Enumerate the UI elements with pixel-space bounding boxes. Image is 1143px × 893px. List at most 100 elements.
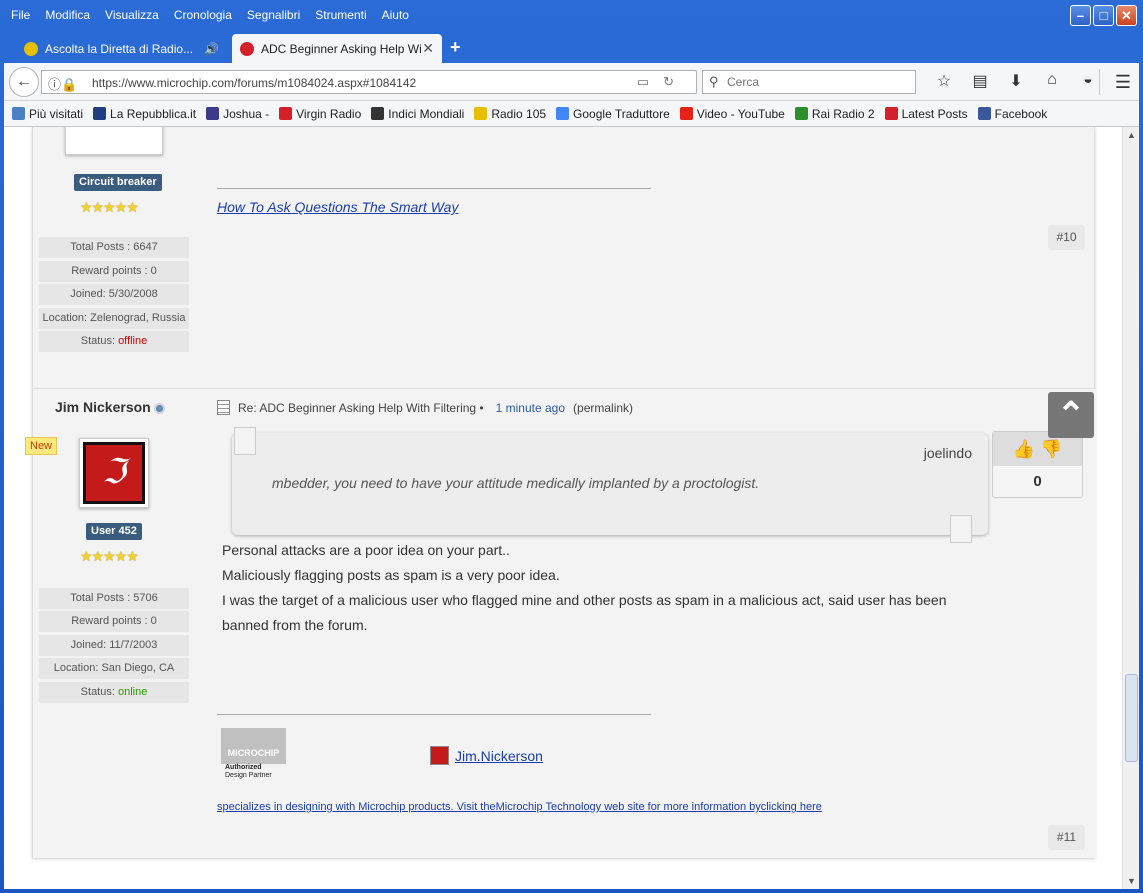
quote-text: mbedder, you need to have your attitude … bbox=[272, 475, 760, 491]
document-icon bbox=[217, 400, 230, 415]
signature-link-text[interactable]: Jim.Nickerson bbox=[455, 748, 543, 764]
bookmark-label: Latest Posts bbox=[901, 106, 968, 121]
quote-author: joelindo bbox=[923, 445, 972, 461]
close-window-button[interactable]: ✕ bbox=[1116, 5, 1137, 26]
total-posts: Total Posts : 5706 bbox=[39, 588, 189, 609]
browser-window: File Modifica Visualizza Cronologia Segn… bbox=[0, 0, 1143, 893]
bookmark-item[interactable]: Facebook bbox=[977, 106, 1048, 121]
bookmark-label: Google Traduttore bbox=[573, 106, 670, 121]
maximize-button[interactable]: □ bbox=[1093, 5, 1114, 26]
url-text[interactable]: https://www.microchip.com/forums/m108402… bbox=[92, 76, 416, 90]
tab-title: ADC Beginner Asking Help Wit... bbox=[261, 41, 423, 56]
menu-cronologia[interactable]: Cronologia bbox=[174, 8, 232, 22]
speaker-icon[interactable]: 🔊 bbox=[204, 42, 219, 56]
bookmark-item[interactable]: Virgin Radio bbox=[279, 107, 361, 121]
avatar[interactable]: ℑ bbox=[79, 438, 149, 508]
bookmark-icon bbox=[794, 107, 808, 120]
menu-strumenti[interactable]: Strumenti bbox=[315, 8, 366, 22]
status-value: offline bbox=[118, 335, 148, 347]
thumbs-up-icon[interactable]: 👍 bbox=[1013, 439, 1035, 459]
bookmark-icon bbox=[12, 107, 25, 120]
tab-radio[interactable]: Ascolta la Diretta di Radio... 🔊 bbox=[24, 34, 219, 63]
status-value: online bbox=[117, 686, 148, 698]
menu-aiuto[interactable]: Aiuto bbox=[382, 8, 409, 22]
avatar-image: ℑ bbox=[83, 442, 145, 504]
pocket-icon[interactable]: ◒ bbox=[1070, 71, 1106, 91]
bookmark-item[interactable]: Latest Posts bbox=[884, 106, 968, 121]
bookmark-item[interactable]: Google Traduttore bbox=[556, 107, 670, 121]
search-input[interactable] bbox=[727, 75, 907, 89]
scroll-down-arrow-icon[interactable]: ▼ bbox=[1124, 873, 1139, 889]
menu-hamburger-icon[interactable]: ☰ bbox=[1115, 72, 1131, 93]
smart-questions-link[interactable]: How To Ask Questions The Smart Way bbox=[217, 199, 458, 215]
thumbs-down-icon[interactable]: 👎 bbox=[1040, 439, 1062, 459]
reading-list-icon[interactable]: ▤ bbox=[962, 71, 998, 91]
bookmark-icon bbox=[93, 107, 107, 120]
scroll-up-arrow-icon[interactable]: ▲ bbox=[1124, 127, 1139, 143]
close-tab-icon[interactable]: ✕ bbox=[422, 40, 434, 57]
bookmark-icon bbox=[474, 107, 488, 120]
bookmark-icon bbox=[206, 107, 220, 120]
bookmark-item[interactable]: Joshua - bbox=[206, 107, 269, 121]
new-badge: New bbox=[25, 437, 58, 455]
scroll-top-button[interactable]: ⌃ bbox=[1048, 392, 1094, 438]
nav-toolbar: ← ⓘ🔒 https://www.microchip.com/forums/m1… bbox=[4, 63, 1139, 101]
download-icon[interactable]: ⬇ bbox=[998, 71, 1034, 91]
rank-badge: User 452 bbox=[86, 523, 142, 540]
post-line: I was the target of a malicious user who… bbox=[222, 592, 947, 633]
post-number[interactable]: #10 bbox=[1048, 225, 1085, 250]
tab-forum[interactable]: ADC Beginner Asking Help Wit... ✕ bbox=[232, 34, 442, 63]
quote-open-icon bbox=[234, 427, 256, 455]
minimize-button[interactable]: – bbox=[1070, 5, 1091, 26]
page-scrollbar[interactable]: ▲ ▼ bbox=[1122, 127, 1139, 889]
bookmark-item[interactable]: Rai Radio 2 bbox=[794, 107, 875, 121]
bookmark-label: Video - YouTube bbox=[696, 106, 785, 121]
reward-points: Reward points : 0 bbox=[39, 261, 189, 282]
search-box[interactable]: ⚲ bbox=[702, 70, 916, 94]
bookmark-icon bbox=[977, 107, 991, 120]
logo-line: Design Partner bbox=[225, 772, 272, 779]
site-info-icon[interactable]: ⓘ🔒 bbox=[48, 74, 77, 93]
joined-date: Joined: 5/30/2008 bbox=[39, 284, 189, 305]
reader-reload-icons[interactable]: ▭↻ bbox=[637, 74, 688, 90]
bookmark-item[interactable]: La Repubblica.it bbox=[93, 107, 196, 121]
bookmark-label: Facebook bbox=[994, 106, 1048, 121]
bookmark-star-icon[interactable]: ☆ bbox=[926, 71, 962, 91]
menu-visualizza[interactable]: Visualizza bbox=[105, 8, 159, 22]
signature-divider bbox=[217, 188, 651, 189]
signature-link[interactable]: Jim.Nickerson bbox=[430, 746, 543, 765]
post-number[interactable]: #11 bbox=[1048, 825, 1085, 850]
menu-bar: File Modifica Visualizza Cronologia Segn… bbox=[4, 4, 417, 26]
back-button[interactable]: ← bbox=[9, 67, 39, 97]
rating-stars: ★★★★★ bbox=[80, 199, 139, 215]
tab-title: Ascolta la Diretta di Radio... bbox=[45, 41, 194, 56]
search-icon: ⚲ bbox=[709, 74, 719, 89]
avatar[interactable] bbox=[65, 127, 163, 155]
new-tab-button[interactable]: + bbox=[450, 37, 461, 58]
vote-count: 0 bbox=[1033, 473, 1042, 490]
post-time[interactable]: 1 minute ago bbox=[496, 401, 565, 415]
page-content: Circuit breaker ★★★★★ Total Posts : 6647… bbox=[4, 127, 1139, 889]
menu-file[interactable]: File bbox=[11, 8, 30, 22]
bookmark-item[interactable]: Più visitati bbox=[12, 107, 83, 121]
url-bar[interactable]: ⓘ🔒 https://www.microchip.com/forums/m108… bbox=[41, 70, 697, 94]
microchip-partner-logo[interactable]: MICROCHIP Authorized Design Partner bbox=[221, 728, 286, 784]
logo-line: Authorized bbox=[225, 764, 262, 771]
scroll-thumb[interactable] bbox=[1125, 674, 1138, 762]
username[interactable]: Jim Nickerson bbox=[55, 399, 165, 415]
username-text[interactable]: Jim Nickerson bbox=[55, 399, 151, 415]
bookmark-label: Radio 105 bbox=[491, 106, 547, 121]
bookmark-item[interactable]: Video - YouTube bbox=[679, 106, 785, 121]
bookmark-item[interactable]: Radio 105 bbox=[474, 107, 546, 121]
microchip-info-link[interactable]: specializes in designing with Microchip … bbox=[217, 801, 822, 813]
bookmark-item[interactable]: Indici Mondiali bbox=[371, 107, 464, 121]
post-body: Personal attacks are a poor idea on your… bbox=[222, 538, 992, 638]
forum-thread: Circuit breaker ★★★★★ Total Posts : 6647… bbox=[25, 127, 1096, 858]
menu-modifica[interactable]: Modifica bbox=[45, 8, 90, 22]
home-icon[interactable]: ⌂ bbox=[1034, 71, 1070, 91]
bookmark-icon bbox=[679, 107, 693, 120]
menu-segnalibri[interactable]: Segnalibri bbox=[247, 8, 300, 22]
bookmark-icon bbox=[556, 107, 570, 120]
permalink[interactable]: (permalink) bbox=[573, 401, 633, 415]
status-label: Status: bbox=[80, 335, 119, 347]
